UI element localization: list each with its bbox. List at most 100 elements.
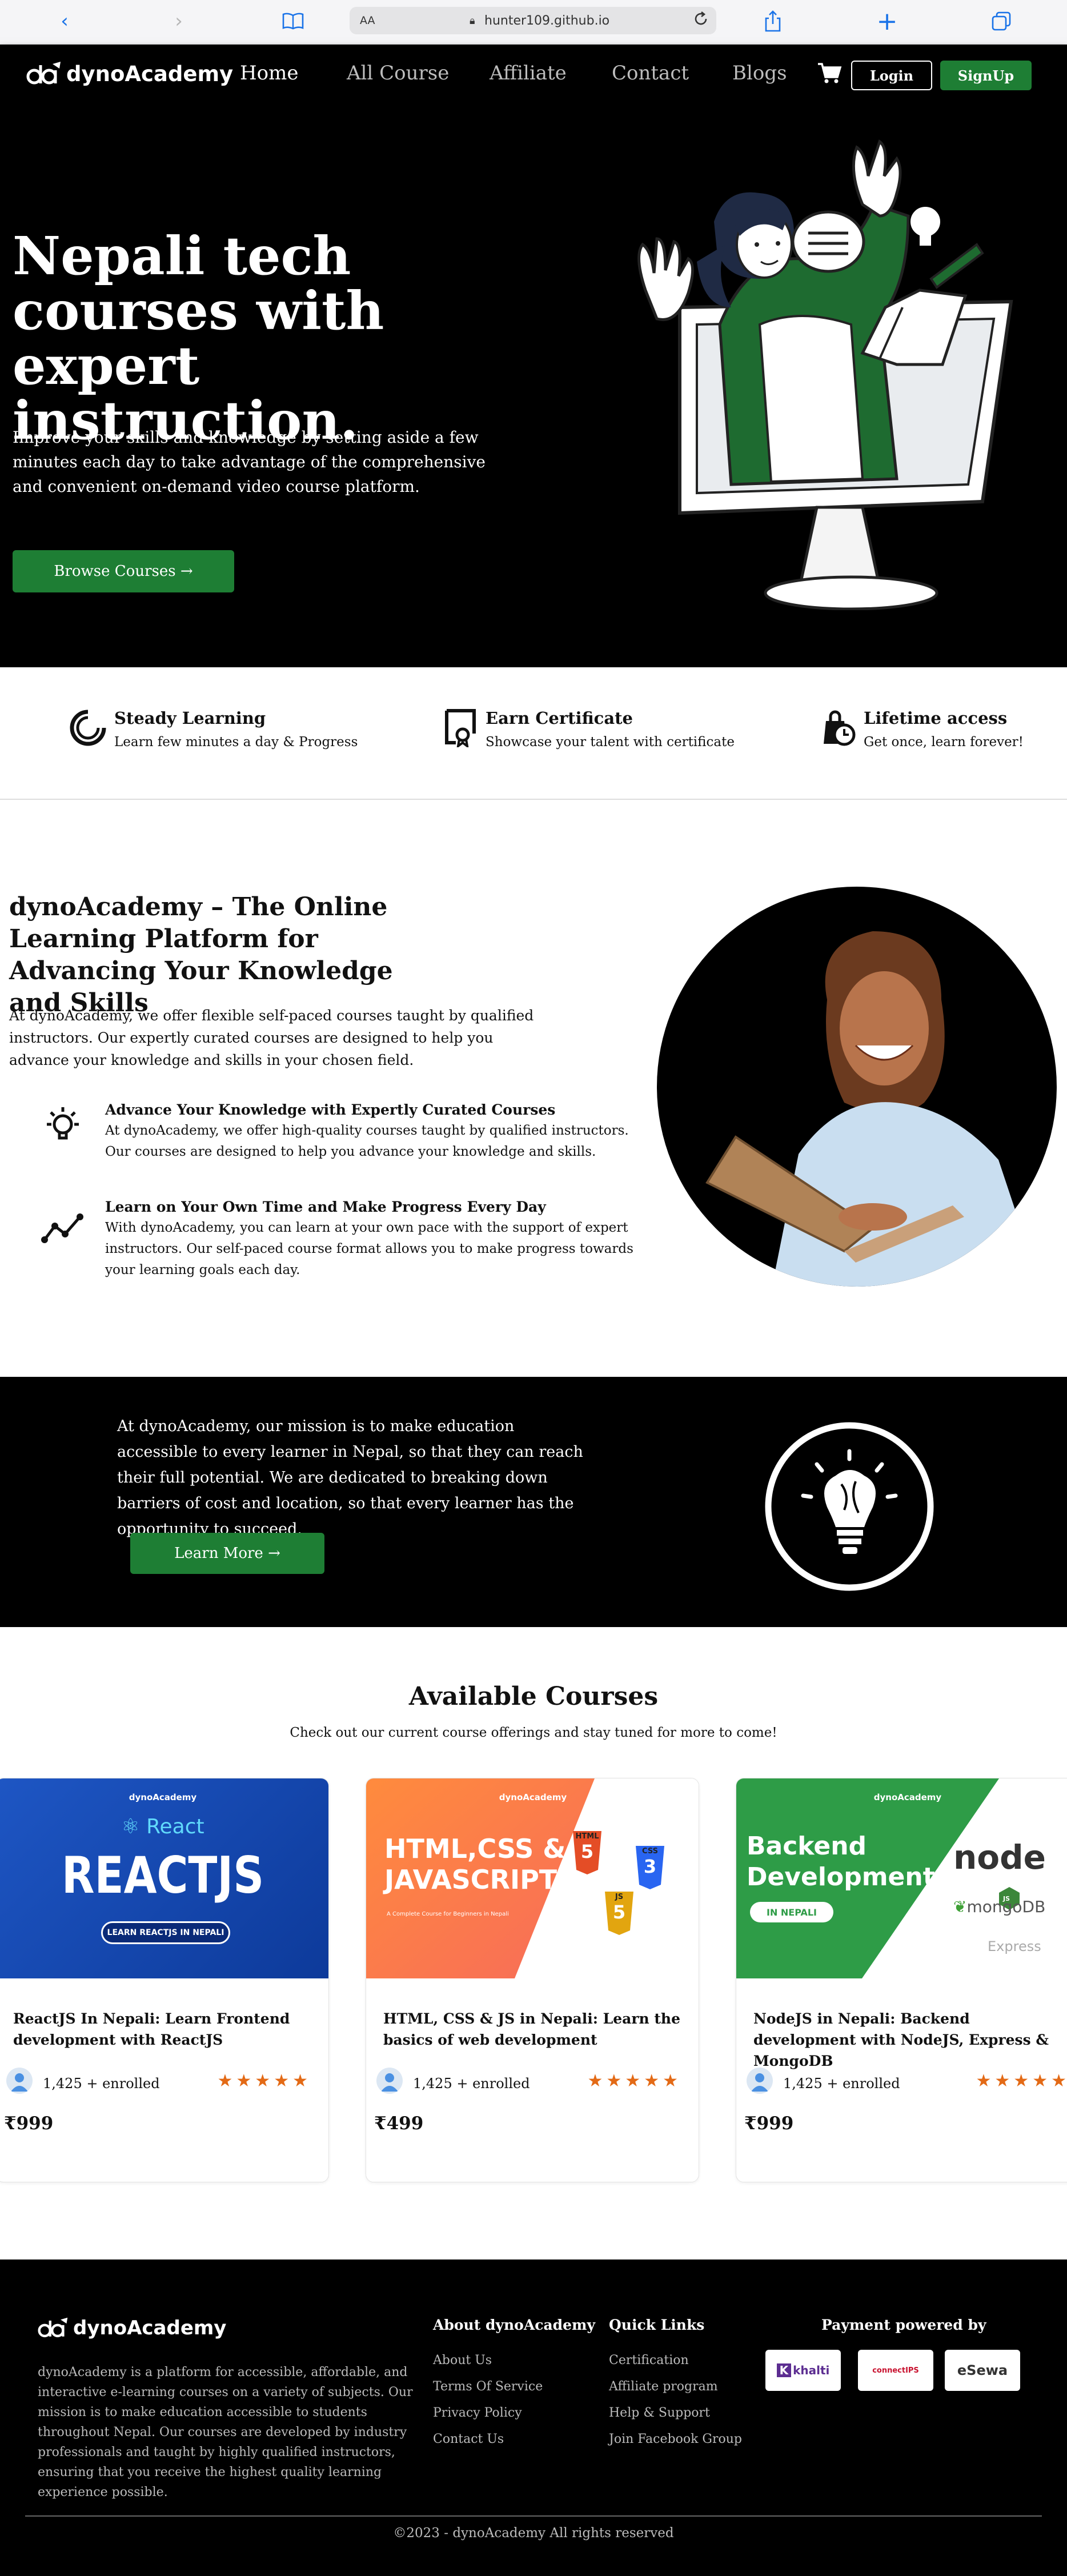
course-title[interactable]: NodeJS in Nepali: Backend development wi… <box>753 2008 1050 2072</box>
esewa-payment-logo[interactable]: eSewa <box>945 2350 1020 2391</box>
course-card-nodejs[interactable]: dynoAcademy Backend Development IN NEPAL… <box>736 1778 1067 2182</box>
about-point-own-time: Learn on Your Own Time and Make Progress… <box>40 1199 645 1281</box>
nav-link-contact[interactable]: Contact <box>612 62 689 85</box>
feature-title: Earn Certificate <box>486 708 633 728</box>
js-badge-icon: JS 5 <box>605 1893 633 1923</box>
footer-link-privacy[interactable]: Privacy Policy <box>433 2406 522 2420</box>
thumb-title-line1: Backend <box>747 1832 867 1861</box>
feature-subtitle: Get once, learn forever! <box>864 735 1024 750</box>
footer-link-contact[interactable]: Contact Us <box>433 2432 504 2446</box>
footer-link-facebook-group[interactable]: Join Facebook Group <box>609 2432 742 2446</box>
text-size-button[interactable]: AA <box>360 14 375 27</box>
brain-lightbulb-icon <box>765 1422 934 1591</box>
price-value: 499 <box>386 2113 424 2134</box>
reload-icon[interactable] <box>692 10 709 31</box>
certificate-icon <box>445 709 476 747</box>
forward-chevron-icon[interactable]: › <box>166 8 192 34</box>
thumb-big-text: REACTJS <box>61 1846 264 1905</box>
footer-payment-heading: Payment powered by <box>821 2317 986 2333</box>
js-version: 5 <box>612 1901 626 1923</box>
back-chevron-icon[interactable]: ‹ <box>51 8 78 34</box>
footer-link-certification[interactable]: Certification <box>609 2353 689 2367</box>
site-footer: dynoAcademy dynoAcademy is a platform fo… <box>0 2259 1067 2576</box>
leaf-icon: ❦ <box>953 1897 967 1916</box>
course-card-html-css-js[interactable]: dynoAcademy HTML,CSS & JAVASCRIPT A Comp… <box>366 1778 699 2182</box>
enrolled-count: 1,425 + enrolled <box>413 2076 530 2092</box>
signup-button[interactable]: SignUp <box>940 61 1032 90</box>
footer-link-about-us[interactable]: About Us <box>433 2353 492 2367</box>
avatar-user-icon <box>376 2068 403 2094</box>
feature-title: Steady Learning <box>114 708 266 728</box>
footer-about-heading: About dynoAcademy <box>433 2317 596 2333</box>
js-label: JS <box>615 1893 624 1901</box>
footer-brand-logo[interactable]: dynoAcademy <box>38 2317 226 2339</box>
progress-spinner-icon <box>70 709 107 746</box>
arrow-right-icon: → <box>268 1545 280 1562</box>
feature-lifetime-access: Lifetime access Get once, learn forever! <box>820 708 1024 750</box>
footer-description: dynoAcademy is a platform for accessible… <box>38 2365 413 2499</box>
nav-link-affiliate[interactable]: Affiliate <box>490 62 567 85</box>
thumb-badge: LEARN REACTJS IN NEPALI <box>101 1921 230 1944</box>
course-thumbnail[interactable]: dynoAcademy Backend Development IN NEPAL… <box>736 1778 1067 1978</box>
footer-quick-links-heading: Quick Links <box>609 2317 705 2333</box>
about-point-text: At dynoAcademy, we offer high-quality co… <box>105 1123 629 1159</box>
learn-more-button[interactable]: Learn More → <box>130 1533 324 1574</box>
browse-courses-button[interactable]: Browse Courses → <box>13 550 234 592</box>
hero-title: Nepali tech courses with expert instruct… <box>13 225 384 451</box>
footer-link-affiliate[interactable]: Affiliate program <box>609 2379 718 2394</box>
connectips-payment-logo[interactable]: connectIPS <box>858 2350 933 2391</box>
react-logo-label: ⚛ React <box>0 1815 328 1838</box>
brand-logo[interactable]: dynoAcademy <box>26 61 233 87</box>
about-point-title: Advance Your Knowledge with Expertly Cur… <box>105 1101 556 1118</box>
rating-stars: ★★★★★ <box>218 2071 311 2091</box>
clock-bag-icon <box>824 710 856 746</box>
bookmarks-book-icon[interactable] <box>280 8 306 34</box>
feature-title: Lifetime access <box>864 708 1008 728</box>
course-card-reactjs[interactable]: dynoAcademy ⚛ React REACTJS LEARN REACTJ… <box>0 1778 329 2182</box>
nav-link-blogs[interactable]: Blogs <box>732 62 787 85</box>
cart-icon[interactable] <box>817 62 842 87</box>
about-point-curated: Advance Your Knowledge with Expertly Cur… <box>40 1101 645 1163</box>
address-bar[interactable]: AA 🔒︎ hunter109.github.io <box>350 7 716 34</box>
hero-description: Improve your skills and knowledge by set… <box>13 428 486 496</box>
react-atom-icon: ⚛ <box>121 1815 140 1838</box>
thumb-tagline: A Complete Course for Beginners in Nepal… <box>387 1911 509 1917</box>
mongodb-logo: ❦mongoDB <box>953 1897 1045 1916</box>
course-thumbnail[interactable]: dynoAcademy ⚛ React REACTJS LEARN REACTJ… <box>0 1778 328 1978</box>
thumb-title-line1: HTML,CSS & <box>384 1833 566 1864</box>
course-title[interactable]: HTML, CSS & JS in Nepali: Learn the basi… <box>383 2008 680 2050</box>
thumb-title-line2: JAVASCRIPT <box>384 1864 557 1895</box>
brand-name: dynoAcademy <box>66 61 234 86</box>
thumb-brand: dynoAcademy <box>873 1792 942 1802</box>
feature-steady-learning: Steady Learning Learn few minutes a day … <box>69 708 358 750</box>
course-thumbnail[interactable]: dynoAcademy HTML,CSS & JAVASCRIPT A Comp… <box>366 1778 699 1978</box>
nav-link-all-course[interactable]: All Course <box>347 62 449 85</box>
feature-subtitle: Showcase your talent with certificate <box>486 735 735 750</box>
footer-link-help[interactable]: Help & Support <box>609 2406 710 2420</box>
nav-link-home[interactable]: Home <box>240 62 298 85</box>
url-text: hunter109.github.io <box>484 13 610 28</box>
html5-badge-icon: HTML 5 <box>573 1832 601 1862</box>
tabs-overview-icon[interactable] <box>988 8 1014 34</box>
khalti-k-icon: K <box>776 2363 792 2377</box>
nodejs-logo-text: node <box>953 1838 1046 1877</box>
login-button[interactable]: Login <box>851 61 932 90</box>
thumb-brand: dynoAcademy <box>499 1792 567 1802</box>
thumb-title: HTML,CSS & JAVASCRIPT <box>384 1833 565 1895</box>
about-point-title: Learn on Your Own Time and Make Progress… <box>105 1199 546 1215</box>
thumb-title: Backend Development <box>747 1831 935 1893</box>
course-price: ₹499 <box>374 2113 423 2134</box>
student-with-laptop-photo <box>657 887 1057 1287</box>
section-divider <box>0 799 1067 800</box>
thumb-badge: IN NEPALI <box>750 1902 833 1922</box>
currency-symbol: ₹ <box>374 2113 387 2134</box>
rating-stars: ★★★★★ <box>976 2071 1067 2091</box>
khalti-payment-logo[interactable]: Kkhalti <box>765 2350 841 2391</box>
new-tab-plus-icon[interactable]: + <box>874 7 900 36</box>
footer-link-terms[interactable]: Terms Of Service <box>433 2379 543 2394</box>
course-title[interactable]: ReactJS In Nepali: Learn Frontend develo… <box>13 2008 310 2050</box>
about-title: dynoAcademy – The Online Learning Platfo… <box>9 892 393 1017</box>
thumb-title-line2: Development <box>747 1862 935 1892</box>
arrow-right-icon: → <box>180 563 193 580</box>
share-icon[interactable] <box>760 8 786 34</box>
